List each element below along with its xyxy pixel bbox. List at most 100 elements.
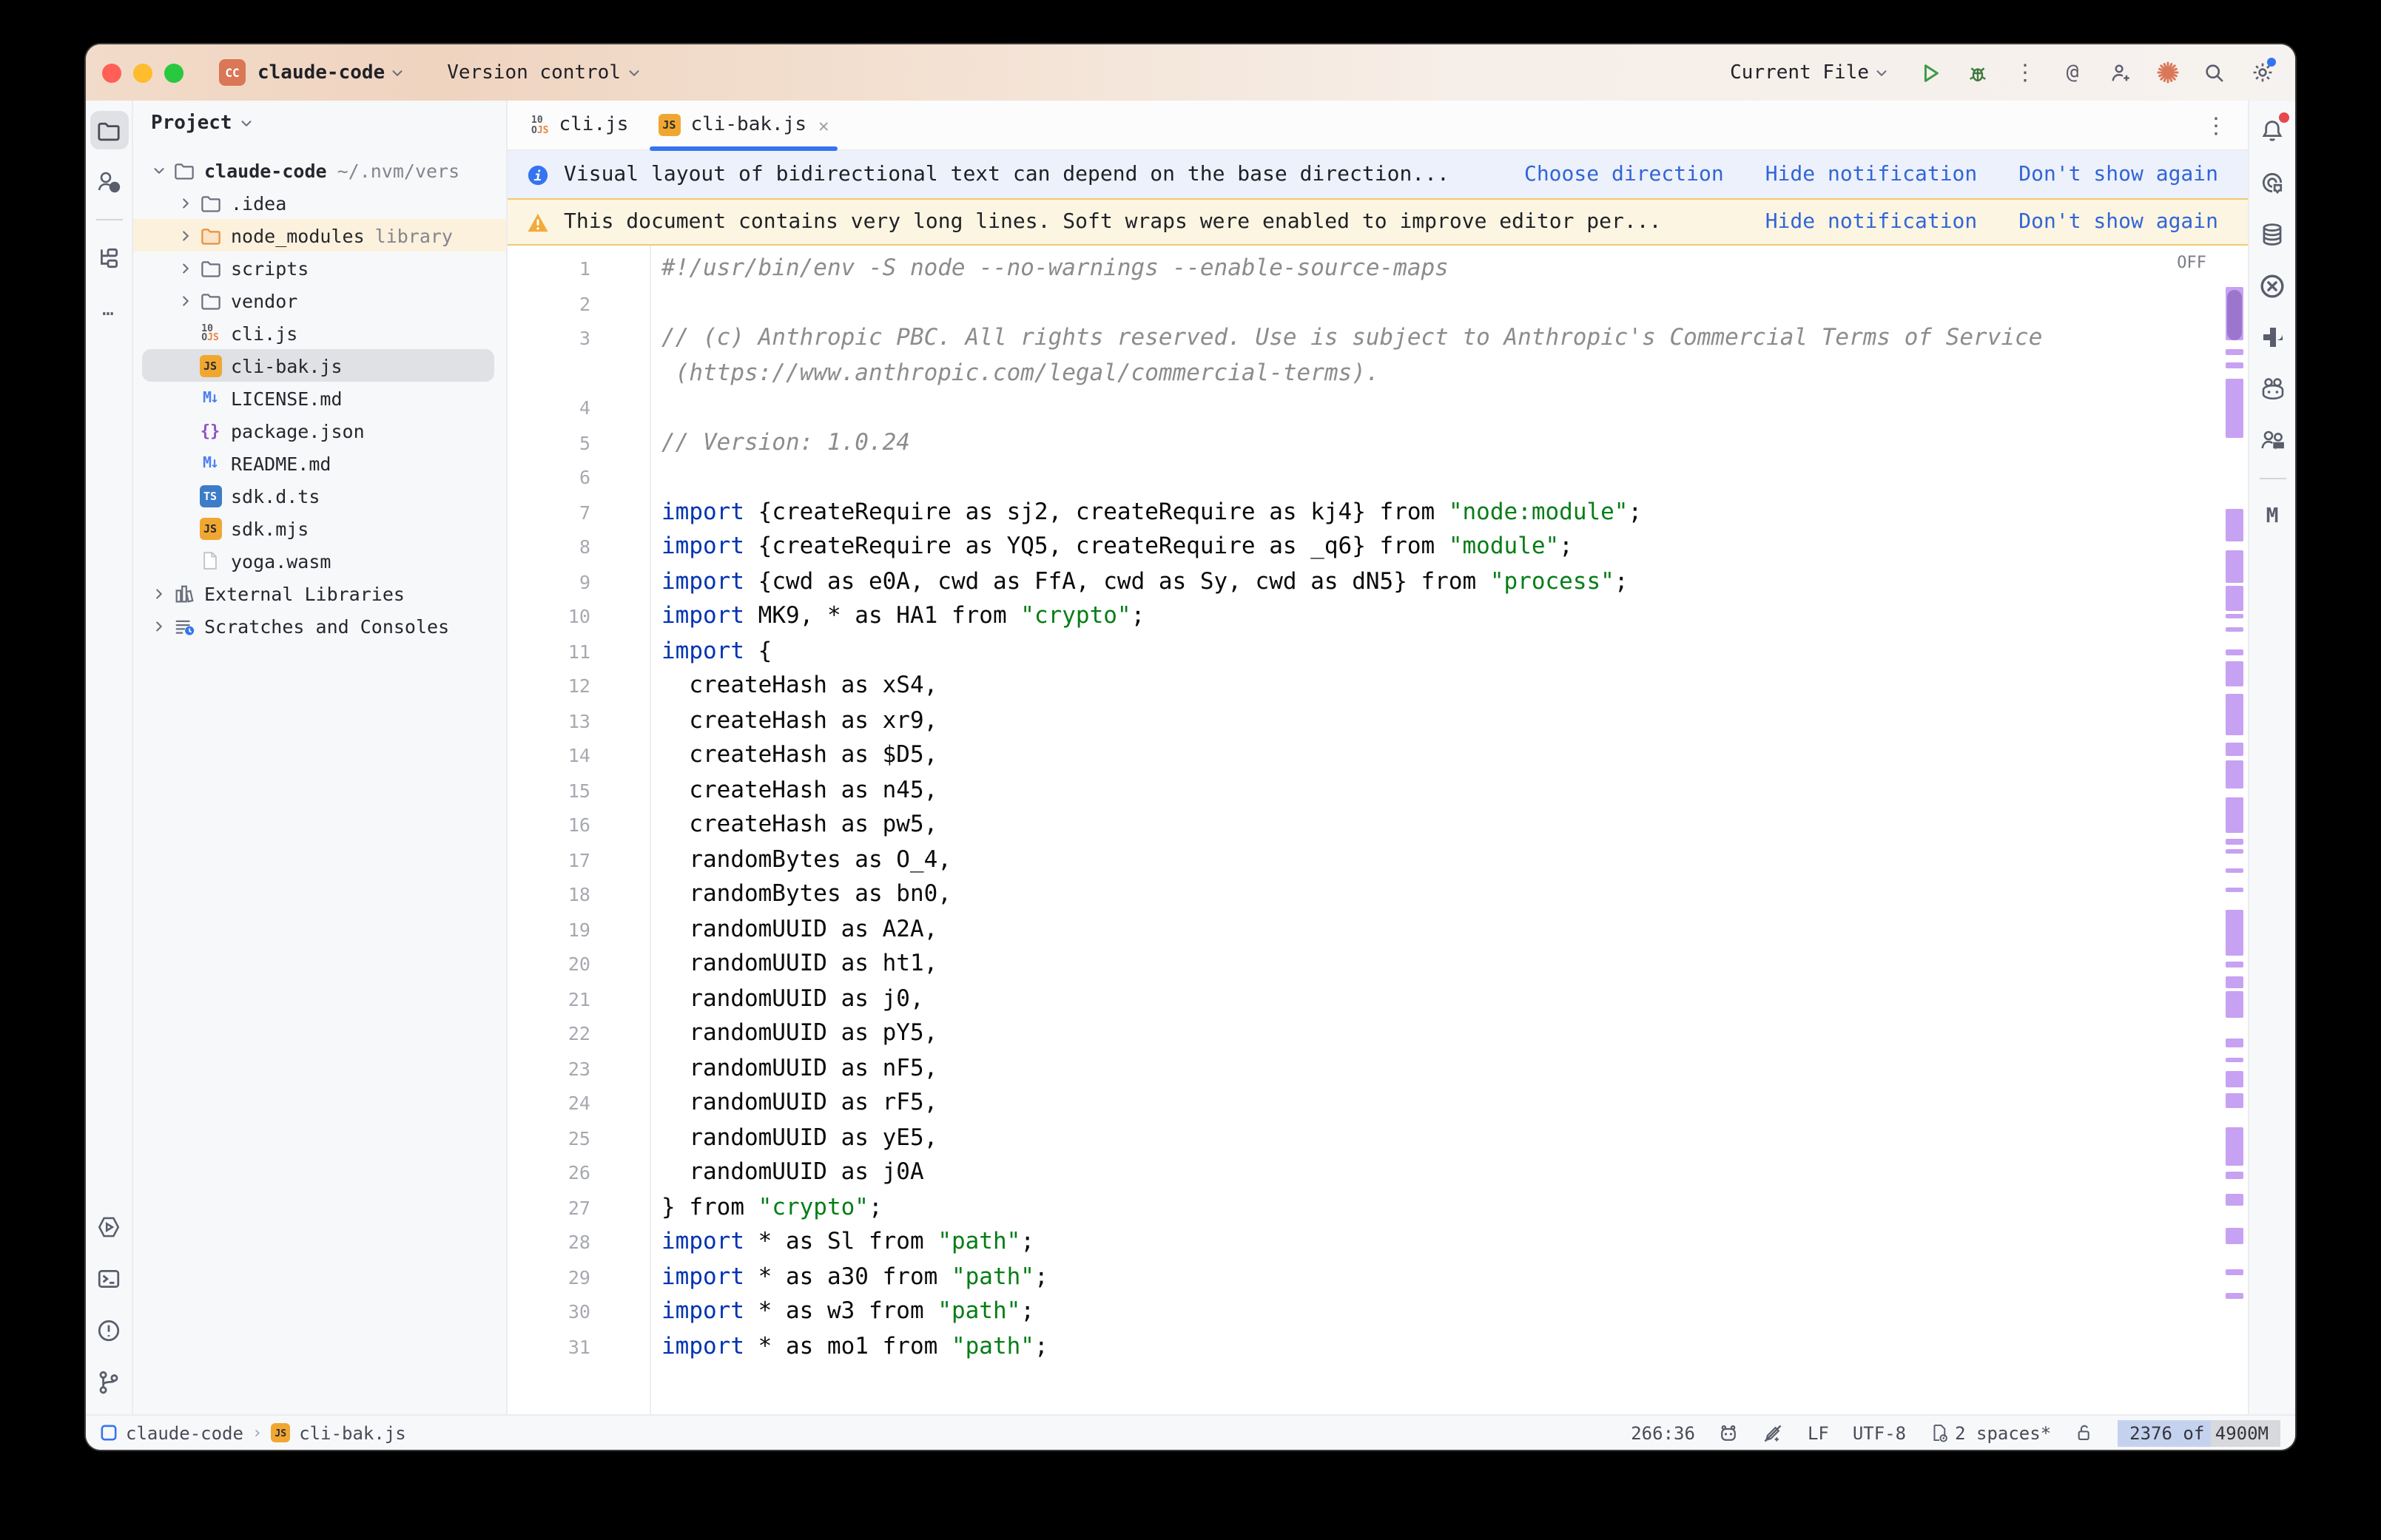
project-widget[interactable]: claude-code — [257, 61, 405, 84]
vcs-change-mark — [2226, 962, 2243, 967]
cursor-position[interactable]: 266:36 — [1631, 1422, 1695, 1443]
vcs-change-mark — [2226, 661, 2243, 686]
code-with-me-icon[interactable] — [2253, 422, 2291, 460]
tree-item-label: LICENSE.md — [231, 387, 343, 409]
tree-item-node-modules[interactable]: node_moduleslibrary — [133, 219, 506, 251]
add-user-icon[interactable] — [2107, 60, 2132, 85]
notification-action-hide-notification[interactable]: Hide notification — [1765, 163, 1978, 186]
settings-gear-icon[interactable] — [2249, 60, 2274, 85]
line-number: 18 — [508, 877, 650, 912]
scrollbar-thumb[interactable] — [2227, 290, 2242, 340]
notification-action-hide-notification[interactable]: Hide notification — [1765, 210, 1978, 234]
tree-item-vendor[interactable]: vendor — [133, 284, 506, 317]
tree-item-sdk-d-ts[interactable]: TSsdk.d.ts — [133, 479, 506, 512]
project-tool-icon[interactable] — [90, 111, 128, 149]
lock-icon[interactable] — [2075, 1423, 2094, 1442]
services-tool-icon[interactable] — [90, 1207, 128, 1246]
gateway-m-icon[interactable]: M — [2253, 497, 2291, 536]
tree-item-external-libraries[interactable]: External Libraries — [133, 577, 506, 609]
json-icon: {} — [197, 419, 223, 442]
ai-assistant-icon[interactable] — [2253, 318, 2291, 357]
tree-item-package-json[interactable]: {}package.json — [133, 414, 506, 447]
tree-item-readme-md[interactable]: M↓README.md — [133, 447, 506, 479]
breadcrumb-project[interactable]: claude-code — [126, 1422, 243, 1443]
code-text: randomUUID as j0, — [650, 982, 924, 1016]
mentions-icon[interactable]: @ — [2060, 60, 2085, 85]
vcs-change-mark — [2226, 849, 2243, 854]
editor-scrollbar[interactable] — [2224, 246, 2245, 1414]
minimize-window-button[interactable] — [133, 63, 152, 82]
code-line-31: 31import * as mo1 from "path"; — [508, 1329, 2248, 1364]
chevron-down-icon — [389, 64, 405, 81]
chevron-down-icon[interactable] — [238, 115, 255, 131]
tree-item--idea[interactable]: .idea — [133, 186, 506, 219]
more-tool-windows-icon[interactable]: … — [90, 290, 128, 328]
tree-item-yoga-wasm[interactable]: yoga.wasm — [133, 544, 506, 577]
tree-item-sdk-mjs[interactable]: JSsdk.mjs — [133, 512, 506, 544]
tree-item-scratches-and-consoles[interactable]: Scratches and Consoles — [133, 609, 506, 642]
notifications-bell-icon[interactable] — [2253, 111, 2291, 149]
ai-chat-icon[interactable] — [2253, 163, 2291, 201]
search-icon[interactable] — [2202, 60, 2227, 85]
code-line-24: 24 randomUUID as rF5, — [508, 1086, 2248, 1121]
chevron-right-icon[interactable] — [148, 582, 170, 604]
tree-indent-spacer — [175, 354, 197, 376]
tab-options-icon[interactable]: ⋮ — [2205, 101, 2248, 149]
version-control-widget[interactable]: Version control — [447, 61, 641, 84]
line-separator[interactable]: LF — [1808, 1422, 1829, 1443]
notification-actions: Choose direction Hide notification Don't s… — [1524, 163, 2230, 186]
close-window-button[interactable] — [102, 63, 121, 82]
ai-status-icon[interactable] — [1719, 1422, 1740, 1443]
vcs-change-mark — [2226, 1293, 2243, 1299]
more-actions-icon[interactable]: ⋮ — [2013, 60, 2038, 85]
chevron-right-icon[interactable] — [175, 289, 197, 311]
file-encoding[interactable]: UTF-8 — [1853, 1422, 1906, 1443]
claude-sparkle-icon[interactable] — [2155, 60, 2180, 85]
line-number: 9 — [508, 564, 650, 599]
debug-icon[interactable] — [1965, 60, 1990, 85]
tree-item-license-md[interactable]: M↓LICENSE.md — [133, 382, 506, 414]
chevron-right-icon[interactable] — [148, 615, 170, 637]
problems-tool-icon[interactable] — [90, 1311, 128, 1349]
code-line-9: 9import {cwd as e0A, cwd as FfA, cwd as … — [508, 564, 2248, 599]
chevron-right-icon[interactable] — [175, 192, 197, 214]
x-circle-icon[interactable] — [2253, 266, 2291, 305]
close-tab-icon[interactable]: ✕ — [818, 115, 829, 135]
breadcrumb: claude-code › JS cli-bak.js — [101, 1422, 406, 1443]
breadcrumb-file[interactable]: cli-bak.js — [299, 1422, 406, 1443]
notification-action-choose-direction[interactable]: Choose direction — [1524, 163, 1724, 186]
zoom-window-button[interactable] — [164, 63, 183, 82]
structure-tool-icon[interactable] — [90, 238, 128, 277]
code-line-14: 14 createHash as $D5, — [508, 738, 2248, 773]
code-line-4: 4 — [508, 391, 2248, 425]
tab-cli-bak-js[interactable]: JS cli-bak.js ✕ — [643, 101, 843, 149]
project-panel: Project claude-code~/.nvm/vers.ideanode_… — [133, 101, 508, 1414]
tree-item-cli-js[interactable]: 10OJScli.js — [133, 317, 506, 349]
tree-item-cli-bak-js[interactable]: JScli-bak.js — [133, 349, 506, 382]
tree-item-scripts[interactable]: scripts — [133, 251, 506, 284]
terminal-tool-icon[interactable] — [90, 1259, 128, 1297]
code-line-25: 25 randomUUID as yE5, — [508, 1121, 2248, 1155]
vcs-change-mark — [2226, 627, 2243, 632]
chevron-right-icon[interactable] — [175, 224, 197, 246]
notification-action-don-t-show-again[interactable]: Don't show again — [2018, 210, 2218, 234]
notification-action-don-t-show-again[interactable]: Don't show again — [2018, 163, 2218, 186]
chevron-right-icon[interactable] — [175, 257, 197, 279]
database-icon[interactable] — [2253, 215, 2291, 253]
run-configuration-selector[interactable]: Current File — [1730, 61, 1890, 84]
highlighting-level-icon[interactable] — [1763, 1422, 1784, 1443]
line-number: 8 — [508, 530, 650, 564]
tab-cli-js[interactable]: 10OJS cli.js — [516, 101, 643, 149]
chevron-down-icon[interactable] — [148, 159, 170, 181]
tree-item-claude-code[interactable]: claude-code~/.nvm/vers — [133, 154, 506, 186]
run-icon[interactable] — [1918, 60, 1943, 85]
code-area[interactable]: 1#!/usr/bin/env -S node --no-warnings --… — [508, 246, 2248, 1414]
git-branch-tool-icon[interactable] — [90, 1362, 128, 1401]
indent-widget[interactable]: 2 spaces* — [1930, 1422, 2051, 1443]
code-editor[interactable]: 1#!/usr/bin/env -S node --no-warnings --… — [508, 246, 2248, 1414]
code-text — [650, 391, 661, 425]
inspections-off-label[interactable]: OFF — [2177, 253, 2206, 272]
pull-requests-tool-icon[interactable]: ? — [90, 163, 128, 201]
robot-face-icon[interactable] — [2253, 370, 2291, 408]
memory-indicator[interactable]: 2376 of 4900M — [2118, 1419, 2280, 1446]
